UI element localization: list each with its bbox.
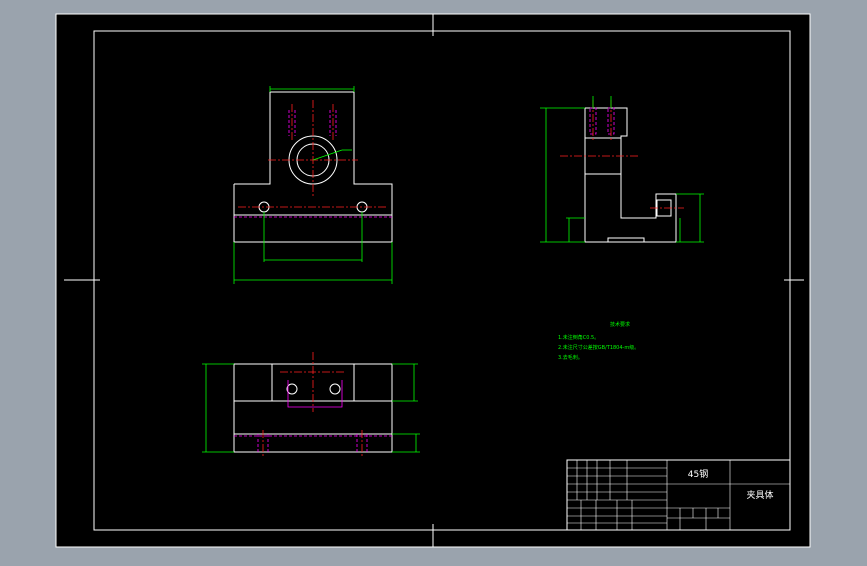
tech-note-3: 3.去毛刺。: [558, 354, 583, 361]
tech-note-2: 2.未注尺寸公差按GB/T1804-m级。: [558, 344, 639, 351]
material-label: 45钢: [688, 468, 708, 480]
part-name-label: 夹具体: [746, 489, 773, 501]
sheet-background: [55, 13, 811, 548]
cad-drawing-window: 技术要求 1.未注倒角C0.5。 2.未注尺寸公差按GB/T1804-m级。 3…: [0, 0, 867, 562]
tech-note-1: 1.未注倒角C0.5。: [558, 334, 599, 341]
drawing-sheet: 技术要求 1.未注倒角C0.5。 2.未注尺寸公差按GB/T1804-m级。 3…: [55, 13, 811, 548]
tech-notes-heading: 技术要求: [610, 321, 630, 328]
